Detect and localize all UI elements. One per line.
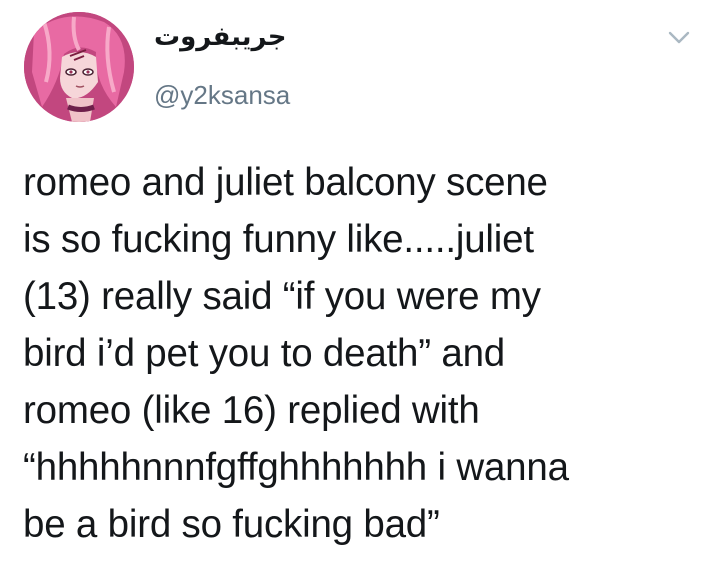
user-handle[interactable]: @y2ksansa bbox=[154, 80, 290, 111]
tweet-text: romeo and juliet balcony scene is so fuc… bbox=[23, 161, 569, 546]
display-name[interactable]: جريبفروت bbox=[154, 22, 286, 52]
chevron-down-icon bbox=[668, 31, 690, 44]
avatar[interactable] bbox=[24, 12, 134, 122]
more-options-button[interactable] bbox=[668, 30, 690, 46]
tweet-card: جريبفروت @y2ksansa romeo and juliet balc… bbox=[0, 0, 713, 561]
avatar-illustration bbox=[24, 12, 134, 122]
